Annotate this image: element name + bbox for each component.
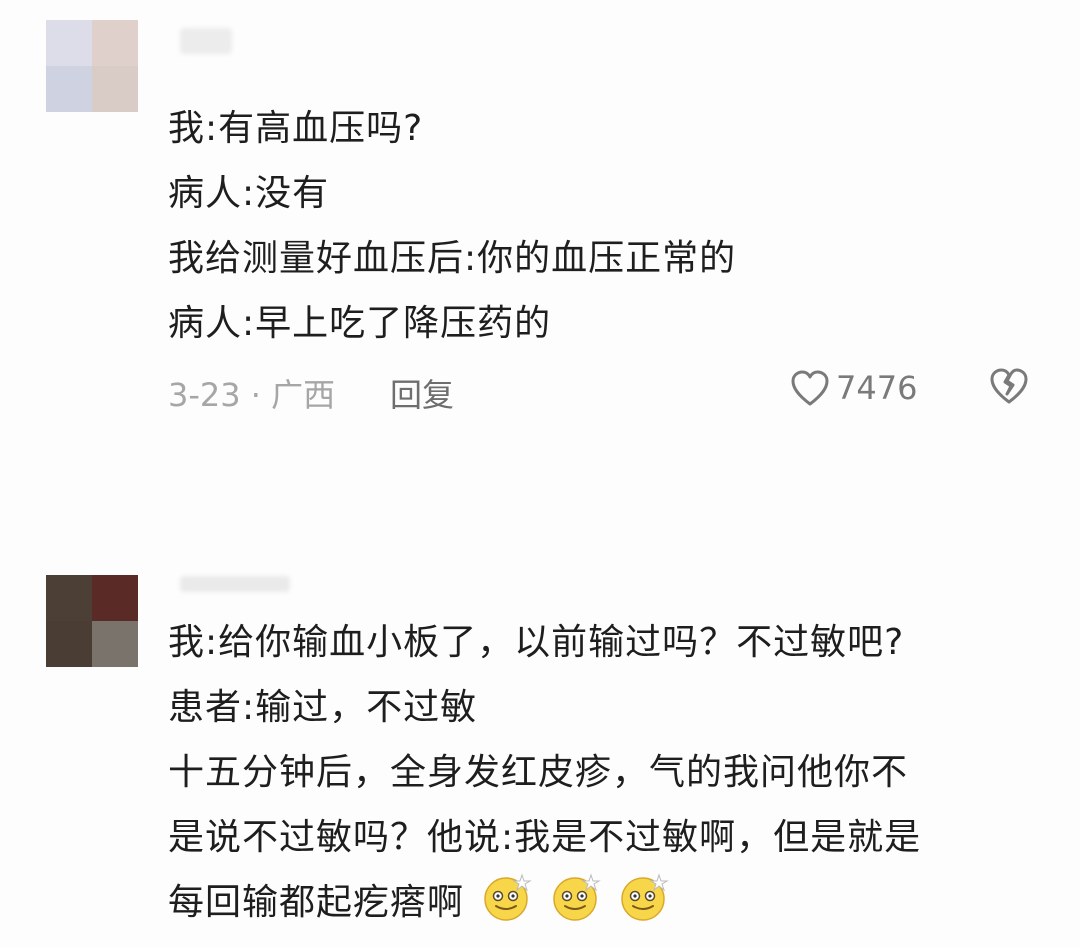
comment-line: 每回输都起疙瘩啊 [168,870,1040,935]
broken-heart-icon [990,368,1028,404]
like-button[interactable]: 7476 [790,366,917,410]
dizzy-face-emoji-icon [553,873,601,921]
avatar[interactable] [46,575,138,667]
like-count: 7476 [836,369,918,407]
comment-line: 我给测量好血压后:你的血压正常的 [168,238,737,279]
comment-meta: 3-23 · 广西 回复 7476 [168,362,1048,414]
comment-line: 病人:没有 [168,173,330,214]
heart-icon [791,370,829,406]
comment-line: 我:给你输血小板了，以前输过吗？不过敏吧? [168,622,905,663]
comment-item: 我:给你输血小板了，以前输过吗？不过敏吧? 患者:输过，不过敏 十五分钟后，全身… [0,560,1080,948]
reply-button[interactable]: 回复 [390,370,454,416]
comment-line: 十五分钟后，全身发红皮疹，气的我问他你不 [168,752,909,793]
username-blurred[interactable] [180,28,232,54]
username-blurred[interactable] [180,576,290,592]
dizzy-face-emoji-icon [621,873,670,921]
comment-body: 我:给你输血小板了，以前输过吗？不过敏吧? 患者:输过，不过敏 十五分钟后，全身… [168,610,1040,935]
comment-body: 我:有高血压吗? 病人:没有 我给测量好血压后:你的血压正常的 病人:早上吃了降… [168,96,1040,356]
comment-line: 是说不过敏吗？他说:我是不过敏啊，但是就是 [168,817,922,858]
comment-date-location: 3-23 · 广西 [168,376,336,414]
avatar[interactable] [46,20,138,112]
comment-line: 我:有高血压吗? [168,108,424,149]
comment-item: 我:有高血压吗? 病人:没有 我给测量好血压后:你的血压正常的 病人:早上吃了降… [0,0,1080,520]
comment-line: 病人:早上吃了降压药的 [168,303,552,344]
comment-line: 患者:输过，不过敏 [168,687,478,728]
dizzy-face-emoji-icon [484,873,533,921]
comment-line-text: 每回输都起疙瘩啊 [168,882,465,923]
dislike-button[interactable] [988,366,1030,414]
